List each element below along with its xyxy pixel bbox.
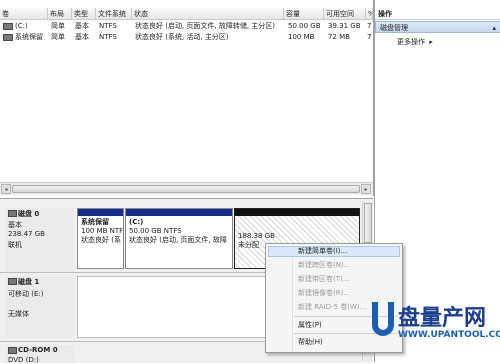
chevron-right-icon: ▸ <box>429 38 433 46</box>
watermark: 盘量产网 WWW.UPANTOOL.COM <box>372 298 500 360</box>
menu-item-help[interactable]: 帮助(H) <box>298 337 323 348</box>
watermark-logo <box>372 302 394 336</box>
partition-size: 188.38 GB <box>238 232 275 240</box>
menu-item-new-spanned-volume[interactable]: 新建跨区卷(N)... <box>298 260 350 271</box>
disk-1-label[interactable]: 磁盘 1 可移动 (E:) 无媒体 <box>6 276 74 338</box>
status-cell: 状态良好 (启动, 页面文件, 故障转储, 主分区) <box>135 22 276 30</box>
table-row[interactable]: 系统保留 简单 基本 NTFS 状态良好 (系统, 活动, 主分区) 100 M… <box>0 32 373 43</box>
disk-name: 磁盘 1 <box>18 278 40 286</box>
disk-status: 无媒体 <box>8 310 29 318</box>
column-header-status[interactable]: 状态 <box>132 8 284 20</box>
fs-cell: NTFS <box>99 22 117 30</box>
more-actions-link[interactable]: 更多操作 ▸ <box>397 37 433 47</box>
volume-icon <box>3 33 13 41</box>
partition-bar <box>126 209 232 216</box>
disk-type: DVD (D:) <box>8 356 39 364</box>
disk-icon <box>8 347 17 354</box>
horizontal-scrollbar[interactable]: ◂ ▸ <box>0 182 373 195</box>
column-header-layout[interactable]: 布局 <box>48 8 72 20</box>
free-cell: 39.31 GB <box>328 22 361 30</box>
table-row[interactable]: (C:) 简单 基本 NTFS 状态良好 (启动, 页面文件, 故障转储, 主分… <box>0 21 373 32</box>
free-cell: 72 MB <box>328 33 350 41</box>
disk-size: 238.47 GB <box>8 230 45 238</box>
partition-bar <box>78 209 123 216</box>
watermark-brand: 盘量产网 <box>398 306 487 331</box>
type-cell: 基本 <box>75 33 89 41</box>
actions-selected-label: 磁盘管理 <box>380 24 408 32</box>
actions-header: 操作 <box>375 8 500 20</box>
type-cell: 基本 <box>75 22 89 30</box>
disk-type: 基本 <box>8 221 22 229</box>
scroll-right-button[interactable]: ▸ <box>361 184 371 194</box>
volume-icon <box>3 22 13 30</box>
volume-name: 系统保留 <box>15 33 43 41</box>
capacity-cell: 100 MB <box>288 33 315 41</box>
disk-status: 联机 <box>8 241 22 249</box>
fs-cell: NTFS <box>99 33 117 41</box>
actions-selected-item[interactable]: 磁盘管理 ▴ <box>375 21 500 33</box>
more-actions-label: 更多操作 <box>397 38 425 46</box>
partition-name: (C:) <box>129 218 144 226</box>
partition-c[interactable]: (C:) 50.00 GB NTFS 状态良好 (启动, 页面文件, 故障 <box>125 208 233 269</box>
column-header-filesystem[interactable]: 文件系统 <box>96 8 132 20</box>
column-header-percent[interactable]: % <box>366 8 373 20</box>
percent-cell: 7 <box>367 22 372 30</box>
scroll-left-button[interactable]: ◂ <box>1 184 11 194</box>
menu-item-new-mirrored-volume[interactable]: 新建镜像卷(R)... <box>298 288 350 299</box>
partition-status: 状态良好 (系 <box>81 236 121 244</box>
layout-cell: 简单 <box>51 33 65 41</box>
menu-item-new-simple-volume[interactable]: 新建简单卷(I)... <box>298 246 347 257</box>
disk-icon <box>8 210 17 217</box>
disk-0-label[interactable]: 磁盘 0 基本 238.47 GB 联机 <box>6 208 74 272</box>
scroll-thumb[interactable] <box>364 203 372 243</box>
partition-size: 100 MB NTFS <box>81 227 124 235</box>
partition-name: 系统保留 <box>81 218 109 226</box>
menu-item-new-striped-volume[interactable]: 新建带区卷(T)... <box>298 274 349 285</box>
partition-system-reserved[interactable]: 系统保留 100 MB NTFS 状态良好 (系 <box>77 208 124 269</box>
disk-icon <box>8 278 17 285</box>
volume-list-pane: 卷 布局 类型 文件系统 状态 容量 可用空间 % (C:) 简单 基本 NTF… <box>0 0 374 196</box>
menu-gutter <box>292 244 293 352</box>
column-header-type[interactable]: 类型 <box>72 8 96 20</box>
percent-cell: 7 <box>367 33 372 41</box>
partition-status: 状态良好 (启动, 页面文件, 故障 <box>129 236 227 244</box>
disk-name: CD-ROM 0 <box>18 346 58 354</box>
column-header-capacity[interactable]: 容量 <box>284 8 324 20</box>
volume-name: (C:) <box>15 22 28 30</box>
watermark-url: WWW.UPANTOOL.COM <box>398 330 500 340</box>
capacity-cell: 50.00 GB <box>288 22 321 30</box>
disk-name: 磁盘 0 <box>18 210 40 218</box>
layout-cell: 简单 <box>51 22 65 30</box>
cdrom-0-label[interactable]: CD-ROM 0 DVD (D:) <box>6 345 74 364</box>
disk-type: 可移动 (E:) <box>8 290 44 298</box>
column-header-volume[interactable]: 卷 <box>0 8 48 20</box>
collapse-icon: ▴ <box>492 24 496 32</box>
menu-item-properties[interactable]: 属性(P) <box>298 320 322 331</box>
status-cell: 状态良好 (系统, 活动, 主分区) <box>135 33 229 41</box>
menu-item-new-raid5-volume[interactable]: 新建 RAID-5 卷(W)... <box>298 302 366 313</box>
partition-size: 50.00 GB NTFS <box>129 227 182 235</box>
scroll-thumb[interactable] <box>12 185 360 193</box>
column-header-free-space[interactable]: 可用空间 <box>324 8 366 20</box>
partition-bar <box>235 209 359 216</box>
